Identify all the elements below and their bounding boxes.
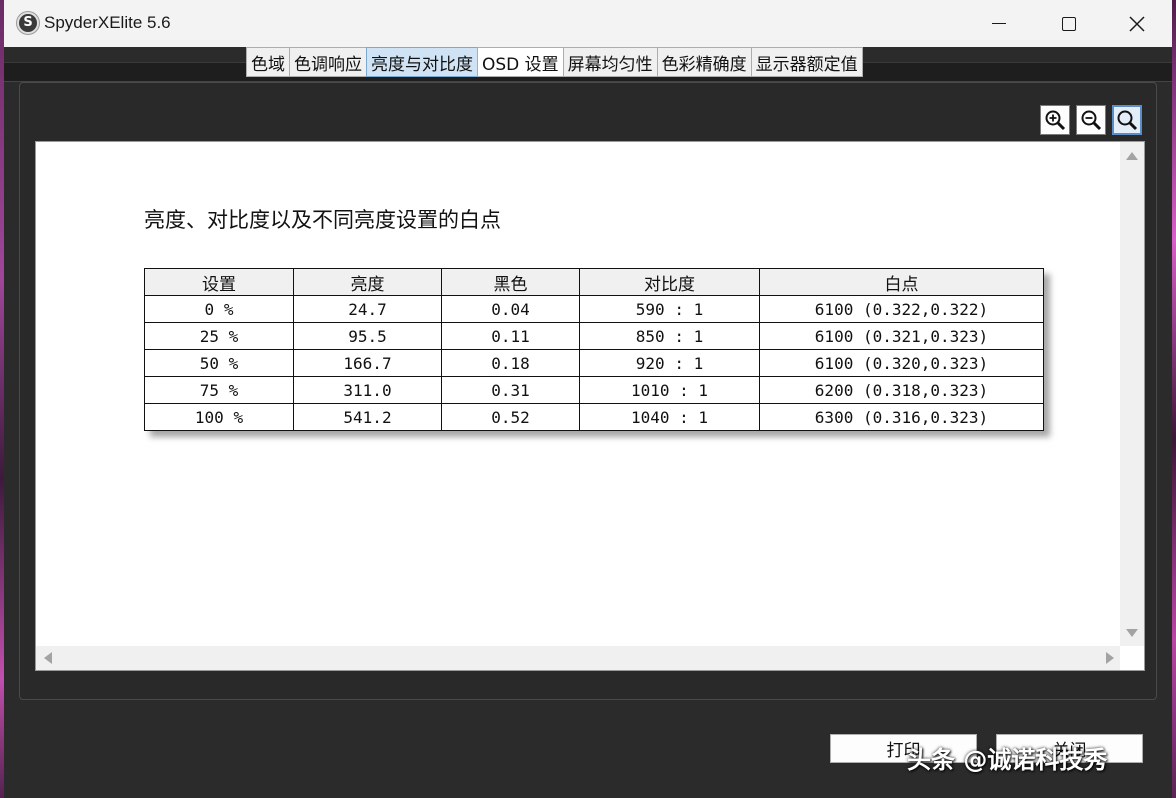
close-window-button[interactable] (1102, 0, 1172, 47)
cell-setting: 50 % (144, 349, 294, 377)
cell-black: 0.52 (441, 403, 580, 431)
tab-osd-settings[interactable]: OSD 设置 (477, 47, 563, 77)
window-title: SpyderXElite 5.6 (44, 13, 171, 32)
cell-brightness: 541.2 (293, 403, 442, 431)
cell-setting: 0 % (144, 295, 294, 323)
close-icon (1129, 15, 1145, 32)
horizontal-scrollbar[interactable] (36, 646, 1122, 670)
scroll-left-icon[interactable] (44, 652, 52, 664)
cell-brightness: 24.7 (293, 295, 442, 323)
table-row: 100 % 541.2 0.52 1040 : 1 6300 (0.316,0.… (144, 403, 1044, 431)
zoom-fit-icon (1117, 110, 1138, 131)
column-header-brightness: 亮度 (293, 268, 442, 296)
minimize-button[interactable] (964, 0, 1034, 47)
tab-brightness-contrast[interactable]: 亮度与对比度 (366, 47, 477, 77)
tab-tone-response[interactable]: 色调响应 (289, 47, 366, 77)
zoom-fit-button[interactable] (1112, 105, 1142, 135)
title-bar[interactable]: S SpyderXElite 5.6 (4, 0, 1172, 47)
tab-monitor-rating[interactable]: 显示器额定值 (750, 47, 863, 77)
cell-contrast: 850 : 1 (579, 322, 760, 350)
maximize-icon (1062, 16, 1076, 31)
cell-white-point: 6100 (0.322,0.322) (759, 295, 1044, 323)
cell-contrast: 1040 : 1 (579, 403, 760, 431)
table-header-row: 设置 亮度 黑色 对比度 白点 (144, 268, 1044, 296)
tab-color-accuracy[interactable]: 色彩精确度 (656, 47, 751, 77)
zoom-out-icon (1081, 110, 1102, 131)
app-logo-icon: S (17, 12, 39, 34)
minimize-icon (992, 22, 1006, 25)
tab-list: 色域 色调响应 亮度与对比度 OSD 设置 屏幕均匀性 色彩精确度 显示器额定值 (246, 47, 863, 77)
brightness-contrast-table: 设置 亮度 黑色 对比度 白点 0 % 24.7 0.04 590 : 1 61… (144, 268, 1044, 431)
column-header-white-point: 白点 (759, 268, 1044, 296)
table-row: 50 % 166.7 0.18 920 : 1 6100 (0.320,0.32… (144, 349, 1044, 377)
cell-setting: 100 % (144, 403, 294, 431)
cell-white-point: 6100 (0.320,0.323) (759, 349, 1044, 377)
cell-contrast: 920 : 1 (579, 349, 760, 377)
zoom-in-button[interactable] (1040, 105, 1070, 135)
cell-black: 0.31 (441, 376, 580, 404)
scroll-down-icon[interactable] (1126, 629, 1138, 637)
cell-white-point: 6300 (0.316,0.323) (759, 403, 1044, 431)
scroll-right-icon[interactable] (1106, 652, 1114, 664)
column-header-setting: 设置 (144, 268, 294, 296)
cell-black: 0.11 (441, 322, 580, 350)
cell-brightness: 95.5 (293, 322, 442, 350)
table-row: 0 % 24.7 0.04 590 : 1 6100 (0.322,0.322) (144, 295, 1044, 323)
cell-setting: 75 % (144, 376, 294, 404)
scroll-up-icon[interactable] (1126, 152, 1138, 160)
report-title: 亮度、对比度以及不同亮度设置的白点 (144, 208, 501, 232)
cell-brightness: 166.7 (293, 349, 442, 377)
cell-contrast: 590 : 1 (579, 295, 760, 323)
report-viewer[interactable]: 亮度、对比度以及不同亮度设置的白点 设置 亮度 黑色 对比度 白点 0 % 24… (35, 141, 1145, 671)
cell-setting: 25 % (144, 322, 294, 350)
column-header-contrast: 对比度 (579, 268, 760, 296)
zoom-toolbar (1040, 105, 1142, 135)
vertical-scrollbar[interactable] (1120, 142, 1144, 647)
cell-white-point: 6100 (0.321,0.323) (759, 322, 1044, 350)
watermark: 头条 @诚诺科技秀 (907, 746, 1108, 774)
zoom-out-button[interactable] (1076, 105, 1106, 135)
cell-black: 0.18 (441, 349, 580, 377)
tab-strip: 色域 色调响应 亮度与对比度 OSD 设置 屏幕均匀性 色彩精确度 显示器额定值 (4, 47, 1172, 83)
table-row: 25 % 95.5 0.11 850 : 1 6100 (0.321,0.323… (144, 322, 1044, 350)
cell-white-point: 6200 (0.318,0.323) (759, 376, 1044, 404)
tab-gamut[interactable]: 色域 (246, 47, 289, 77)
cell-black: 0.04 (441, 295, 580, 323)
tab-screen-uniformity[interactable]: 屏幕均匀性 (562, 47, 657, 77)
table-row: 75 % 311.0 0.31 1010 : 1 6200 (0.318,0.3… (144, 376, 1044, 404)
desktop-background-right (1172, 0, 1176, 798)
app-window: S SpyderXElite 5.6 色域 色调响应 亮度与对比度 OSD 设置… (4, 0, 1172, 798)
maximize-button[interactable] (1034, 0, 1104, 47)
cell-brightness: 311.0 (293, 376, 442, 404)
scrollbar-corner (1120, 646, 1144, 670)
zoom-in-icon (1045, 110, 1066, 131)
cell-contrast: 1010 : 1 (579, 376, 760, 404)
column-header-black: 黑色 (441, 268, 580, 296)
